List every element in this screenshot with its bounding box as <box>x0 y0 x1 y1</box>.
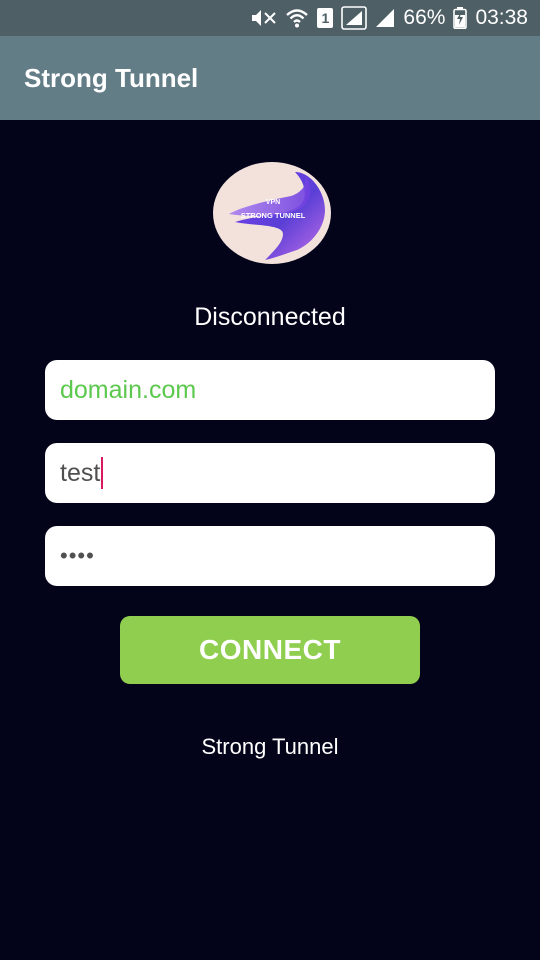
main-content: VPN STRONG TUNNEL Disconnected domain.co… <box>0 120 540 960</box>
app-logo: VPN STRONG TUNNEL <box>213 162 331 264</box>
status-icons: 1 66% 03:38 <box>249 0 528 36</box>
connect-button[interactable]: CONNECT <box>120 616 420 684</box>
logo-text-vpn: VPN <box>266 199 280 206</box>
domain-input[interactable]: domain.com <box>45 360 495 420</box>
signal-icon <box>341 6 368 30</box>
username-input[interactable]: test <box>45 443 495 503</box>
text-caret <box>101 457 104 489</box>
app-title: Strong Tunnel <box>24 63 199 93</box>
password-input-value: •••• <box>60 543 95 568</box>
battery-percent: 66% <box>403 6 446 29</box>
username-input-value: test <box>60 458 101 487</box>
password-input[interactable]: •••• <box>45 526 495 586</box>
wifi-icon <box>285 7 309 29</box>
signal-icon-2 <box>375 8 395 28</box>
app-bar: Strong Tunnel <box>0 36 540 120</box>
battery-charging-icon <box>453 7 468 29</box>
logo-text-brand: STRONG TUNNEL <box>241 211 306 220</box>
clock: 03:38 <box>475 6 528 29</box>
mute-icon <box>249 7 277 29</box>
connection-status: Disconnected <box>194 303 346 331</box>
sim-icon: 1 <box>317 8 334 28</box>
footer-brand-text: Strong Tunnel <box>201 734 339 759</box>
status-bar: 1 66% 03:38 <box>0 0 540 36</box>
domain-input-value: domain.com <box>60 375 197 404</box>
